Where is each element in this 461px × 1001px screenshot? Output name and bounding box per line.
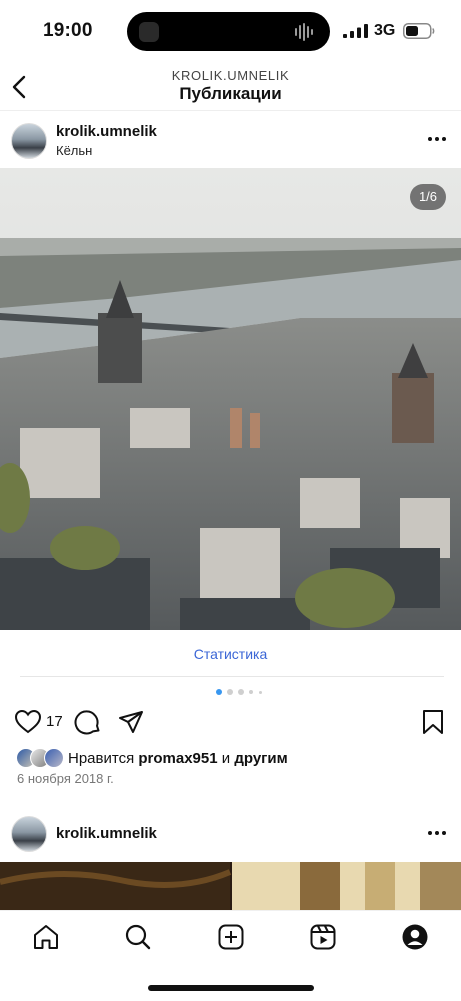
avatar[interactable] (11, 816, 47, 852)
home-icon[interactable] (32, 923, 60, 951)
post-date: 6 ноября 2018 г. (17, 771, 114, 786)
statistics-link[interactable]: Статистика (0, 646, 461, 662)
carousel-dot (238, 689, 244, 695)
carousel-dot (249, 690, 253, 694)
comment-icon[interactable] (74, 708, 102, 736)
dynamic-island (127, 12, 330, 51)
night-building-image (0, 862, 461, 912)
liked-by-user[interactable]: promax951 (138, 750, 217, 767)
liked-by-avatars[interactable] (16, 748, 66, 768)
more-horizontal-icon[interactable] (428, 136, 448, 142)
header-username: KROLIK.UMNELIK (171, 68, 290, 83)
avatar[interactable] (11, 123, 47, 159)
battery-icon (403, 23, 435, 39)
reels-icon[interactable] (309, 923, 337, 951)
plus-square-icon[interactable] (217, 923, 245, 951)
status-time: 19:00 (43, 20, 93, 41)
image-counter-badge: 1/6 (410, 184, 446, 210)
post-photo[interactable] (0, 168, 461, 630)
search-icon[interactable] (124, 923, 152, 951)
avatar (44, 748, 64, 768)
liked-by-text[interactable]: Нравится promax951 и другим (68, 750, 288, 767)
app-icon (139, 22, 159, 42)
heart-icon[interactable] (14, 708, 42, 736)
likes-count[interactable]: 17 (46, 713, 63, 730)
audio-wave-icon (295, 23, 313, 41)
header-divider (0, 110, 461, 111)
page-title: Публикации (179, 84, 282, 103)
post-location[interactable]: Кёльн (56, 143, 92, 158)
signal-icon (343, 24, 368, 38)
next-post-username[interactable]: krolik.umnelik (56, 825, 157, 842)
liked-by-prefix: Нравится (68, 750, 135, 767)
post-username[interactable]: krolik.umnelik (56, 123, 157, 140)
carousel-dot (227, 689, 233, 695)
home-indicator (148, 985, 314, 991)
liked-by-others[interactable]: другим (234, 750, 287, 767)
profile-icon[interactable] (401, 923, 429, 951)
next-post-photo[interactable] (0, 862, 461, 912)
send-icon[interactable] (117, 708, 145, 736)
bookmark-icon[interactable] (419, 708, 447, 736)
liked-by-and: и (221, 750, 231, 767)
cityscape-image (0, 168, 461, 630)
carousel-dot (259, 690, 262, 694)
more-horizontal-icon[interactable] (428, 830, 448, 836)
carousel-dot-active (216, 689, 222, 695)
stats-divider (20, 676, 444, 677)
network-type: 3G (374, 22, 396, 39)
